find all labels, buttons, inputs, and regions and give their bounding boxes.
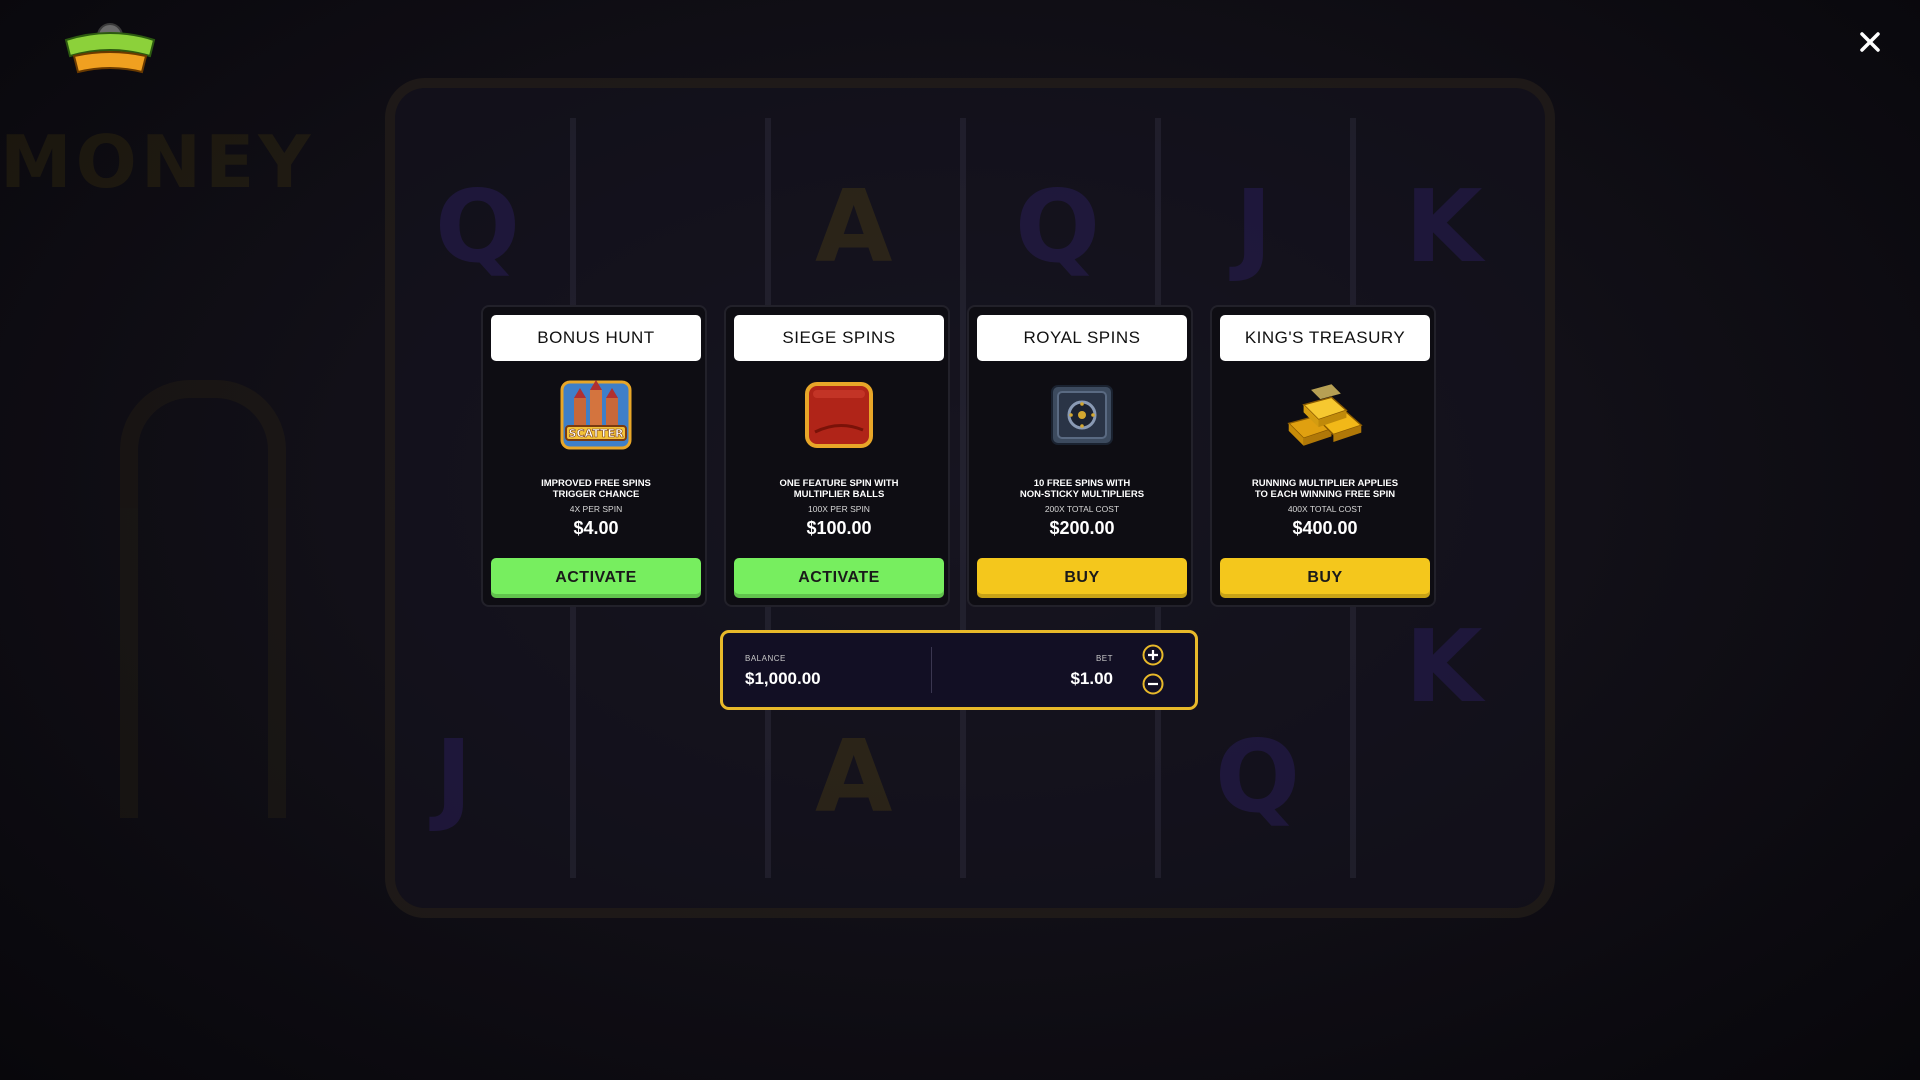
bet-label: BET <box>1095 654 1113 663</box>
background-arch <box>120 380 286 818</box>
card-description: IMPROVED FREE SPINS TRIGGER CHANCE <box>493 478 699 500</box>
card-cost: 200X TOTAL COST <box>1044 504 1120 514</box>
feature-buy-cards: BONUS HUNT SCATTER IMPROVED FREE SPINS T… <box>481 305 1436 607</box>
money-factory-logo <box>60 22 160 78</box>
background-symbol: A <box>815 168 893 285</box>
background-symbol: Q <box>1015 168 1101 285</box>
logo-graphic <box>64 23 156 74</box>
description-line: MULTIPLIER BALLS <box>793 489 885 500</box>
balance-label: BALANCE <box>745 654 786 663</box>
wallet-panel: BALANCE $1,000.00 BET $1.00 <box>720 630 1198 710</box>
background-symbol: K <box>1405 168 1483 285</box>
card-title: SIEGE SPINS <box>734 315 944 361</box>
card-price: $4.00 <box>573 518 619 538</box>
background-logo: MONEY <box>0 120 315 204</box>
feature-card-kings-treasury: KING'S TREASURY RUNNING MULTIPLIER APPLI… <box>1210 305 1436 607</box>
card-cost: 100X PER SPIN <box>808 504 870 514</box>
card-title: ROYAL SPINS <box>977 315 1187 361</box>
close-button[interactable] <box>1852 24 1888 60</box>
background-symbol: Q <box>1215 718 1301 835</box>
feature-card-bonus-hunt: BONUS HUNT SCATTER IMPROVED FREE SPINS T… <box>481 305 707 607</box>
scatter-castle-icon: SCATTER <box>556 379 636 451</box>
card-title: BONUS HUNT <box>491 315 701 361</box>
increase-bet-button[interactable] <box>1142 644 1164 666</box>
background-symbol: J <box>1235 168 1273 285</box>
card-description: ONE FEATURE SPIN WITH MULTIPLIER BALLS <box>736 478 942 500</box>
background-symbol: Q <box>435 168 521 285</box>
minus-icon <box>1142 673 1164 695</box>
plus-icon <box>1142 644 1164 666</box>
panel-divider <box>931 647 932 693</box>
card-cost: 4X PER SPIN <box>569 504 623 514</box>
card-description: RUNNING MULTIPLIER APPLIES TO EACH WINNI… <box>1222 478 1428 500</box>
buy-button[interactable]: BUY <box>1220 558 1430 598</box>
feature-card-siege-spins: SIEGE SPINS ONE FEATURE SPIN WITH MULTIP… <box>724 305 950 607</box>
background-symbol: A <box>815 718 893 835</box>
description-line: ONE FEATURE SPIN WITH <box>779 478 899 489</box>
description-line: TRIGGER CHANCE <box>552 489 640 500</box>
card-price: $100.00 <box>806 518 872 538</box>
description-line: TO EACH WINNING FREE SPIN <box>1254 489 1396 500</box>
game-screen: MONEY Q A Q J K J A Q K BONUS HUNT SCATT… <box>0 0 1920 1080</box>
background-symbol: J <box>435 718 473 835</box>
close-icon <box>1860 32 1880 52</box>
feature-card-royal-spins: ROYAL SPINS 10 FREE SPINS WITH NON-STICK… <box>967 305 1193 607</box>
red-tile-icon <box>799 379 879 451</box>
card-title: KING'S TREASURY <box>1220 315 1430 361</box>
activate-button[interactable]: ACTIVATE <box>734 558 944 598</box>
description-line: 10 FREE SPINS WITH <box>1033 478 1131 489</box>
gold-bars-icon <box>1285 379 1365 451</box>
balance-value: $1,000.00 <box>745 669 821 688</box>
svg-text:SCATTER: SCATTER <box>569 427 624 440</box>
background-symbol: K <box>1405 608 1483 725</box>
bet-value: $1.00 <box>1070 669 1113 688</box>
vault-safe-icon <box>1042 379 1122 451</box>
decrease-bet-button[interactable] <box>1142 673 1164 695</box>
card-price: $400.00 <box>1292 518 1358 538</box>
description-line: RUNNING MULTIPLIER APPLIES <box>1251 478 1399 489</box>
description-line: IMPROVED FREE SPINS <box>541 478 651 489</box>
description-line: NON-STICKY MULTIPLIERS <box>1019 489 1145 500</box>
activate-button[interactable]: ACTIVATE <box>491 558 701 598</box>
card-cost: 400X TOTAL COST <box>1287 504 1363 514</box>
card-description: 10 FREE SPINS WITH NON-STICKY MULTIPLIER… <box>979 478 1185 500</box>
buy-button[interactable]: BUY <box>977 558 1187 598</box>
card-price: $200.00 <box>1049 518 1115 538</box>
